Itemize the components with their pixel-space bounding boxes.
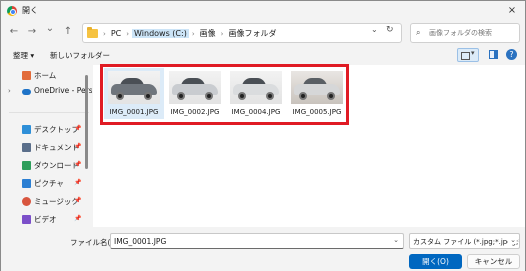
back-arrow-icon[interactable]: ← [7,25,21,39]
desktop-icon [22,125,31,134]
filename-dropdown-chevron-icon[interactable]: ⌄ [393,236,399,244]
open-button[interactable]: 開く(O) [409,254,462,269]
filename-input[interactable]: IMG_0001.JPG ⌄ [110,233,404,249]
navigation-pane: ホーム › OneDrive - Perso デスクトップ 📌 ドキュメント 📌… [1,65,92,227]
sidebar-item-downloads[interactable]: ダウンロード 📌 [1,158,92,174]
breadcrumb-separator-icon[interactable]: › [221,30,224,38]
chrome-icon [7,6,17,16]
breadcrumb-separator-icon[interactable]: › [126,30,129,38]
sidebar-item-home[interactable]: ホーム [1,68,92,84]
change-view-button[interactable] [457,48,479,62]
sidebar-item-label: ミュージック [34,197,79,206]
music-icon [22,197,31,206]
sidebar-item-label: デスクトップ [34,125,79,134]
recent-locations-chevron-icon[interactable]: ⌄ [43,22,57,36]
command-bar: 整理 ▾ 新しいフォルダー ? [1,45,525,65]
pictures-icon [22,179,31,188]
cancel-button[interactable]: キャンセル [467,254,520,269]
sidebar-item-label: ダウンロード [34,161,79,170]
sidebar-item-videos[interactable]: ビデオ 📌 [1,212,92,227]
sidebar-item-label: OneDrive - Perso [34,86,92,95]
videos-icon [22,215,31,224]
dialog-footer: ファイル名(N): IMG_0001.JPG ⌄ カスタム ファイル (*.jp… [1,227,525,271]
filename-value: IMG_0001.JPG [114,237,167,246]
breadcrumb: › PC › Windows (C:) › 画像 › 画像フォルダ [103,28,278,39]
sidebar-item-documents[interactable]: ドキュメント 📌 [1,140,92,156]
sidebar-item-label: ドキュメント [34,143,79,152]
pin-icon: 📌 [74,215,82,222]
expand-chevron-icon[interactable]: › [8,87,11,95]
highlight-annotation-box [100,64,349,125]
file-type-chevron-icon: ⌄ [508,236,516,244]
new-folder-button[interactable]: 新しいフォルダー [50,50,110,61]
breadcrumb-separator-icon: › [103,29,106,38]
documents-icon [22,143,31,152]
search-box[interactable]: ⌕ 画像フォルダの検索 [410,23,520,43]
search-icon: ⌕ [416,28,421,37]
breadcrumb-separator-icon[interactable]: › [192,30,195,38]
file-type-select[interactable]: カスタム ファイル (*.jpg;*.jpeg;*.png) ⌄ [409,233,520,249]
home-icon [22,71,31,80]
onedrive-icon [22,89,31,95]
organize-button[interactable]: 整理 ▾ [13,50,34,61]
pin-icon: 📌 [74,179,82,186]
sidebar-item-label: ビデオ [34,215,57,224]
downloads-icon [22,161,31,170]
pin-icon: 📌 [74,197,82,204]
file-type-value: カスタム ファイル (*.jpg;*.jpeg;*.png) [413,238,519,246]
breadcrumb-pc[interactable]: PC [109,29,123,38]
sidebar-item-label: ホーム [34,71,57,80]
preview-pane-icon[interactable] [489,50,498,59]
address-history-chevron-icon[interactable]: ⌄ [371,25,378,34]
up-arrow-icon[interactable]: ↑ [61,25,75,39]
breadcrumb-windows-c[interactable]: Windows (C:) [132,29,189,38]
sidebar-item-onedrive[interactable]: › OneDrive - Perso [1,84,92,100]
breadcrumb-picture-folder[interactable]: 画像フォルダ [226,28,278,39]
pin-icon: 📌 [74,125,82,132]
forward-arrow-icon[interactable]: → [25,25,39,39]
sidebar-item-desktop[interactable]: デスクトップ 📌 [1,122,92,138]
folder-icon [87,27,98,38]
breadcrumb-pictures[interactable]: 画像 [198,28,218,39]
window-title: 開く [22,6,38,15]
pin-icon: 📌 [74,143,82,150]
help-icon[interactable]: ? [506,49,517,60]
pin-icon: 📌 [74,161,82,168]
sidebar-scrollbar[interactable] [85,75,88,169]
title-bar: 開く × [1,1,525,21]
file-open-dialog: 開く × ← → ⌄ ↑ › PC › Windows (C:) › 画像 › … [0,0,526,271]
sidebar-item-pictures[interactable]: ピクチャ 📌 [1,176,92,192]
refresh-icon[interactable]: ↻ [386,25,394,35]
navigation-bar: ← → ⌄ ↑ › PC › Windows (C:) › 画像 › 画像フォル… [1,21,525,45]
sidebar-item-label: ピクチャ [34,179,64,188]
sidebar-divider [9,112,89,113]
sidebar-item-music[interactable]: ミュージック 📌 [1,194,92,210]
search-placeholder: 画像フォルダの検索 [429,29,492,37]
close-icon[interactable]: × [505,4,519,18]
address-bar[interactable]: › PC › Windows (C:) › 画像 › 画像フォルダ [82,23,402,43]
